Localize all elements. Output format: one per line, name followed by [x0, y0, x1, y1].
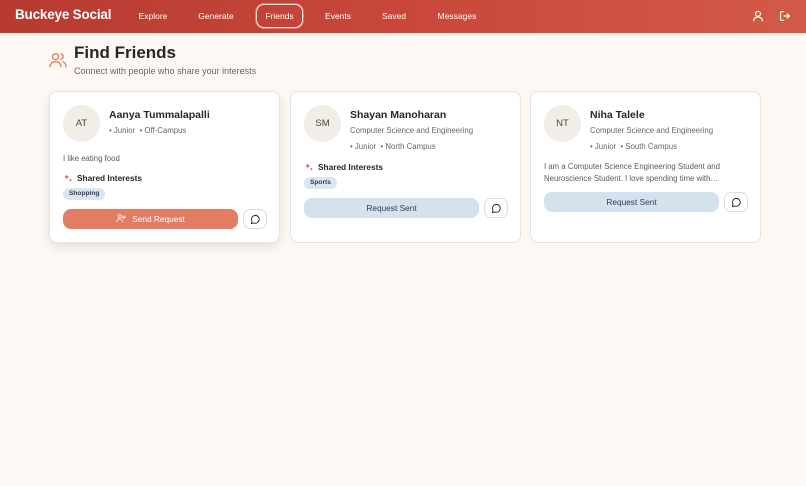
friend-card: AT Aanya Tummalapalli • Junior • Off-Cam…	[49, 91, 280, 243]
message-icon	[731, 197, 741, 208]
friend-year: Junior	[113, 126, 136, 135]
friend-card: NT Niha Talele Computer Science and Engi…	[530, 91, 761, 243]
sparkle-icon	[305, 163, 314, 171]
friend-meta: • Junior • South Campus	[590, 142, 677, 151]
user-icon[interactable]	[751, 9, 765, 23]
friend-name[interactable]: Niha Talele	[590, 109, 645, 121]
nav-explore[interactable]: Explore	[131, 4, 175, 28]
page-title: Find Friends	[74, 43, 176, 62]
nav-generate[interactable]: Generate	[193, 4, 239, 28]
friend-meta: • Junior • North Campus	[350, 142, 436, 151]
friend-location: North Campus	[385, 142, 436, 151]
send-request-button[interactable]: Send Request	[63, 209, 238, 229]
request-sent-button[interactable]: Request Sent	[544, 192, 719, 212]
friend-year: Junior	[594, 142, 617, 151]
message-button[interactable]	[484, 198, 508, 218]
nav-messages[interactable]: Messages	[431, 4, 483, 28]
friend-location: Off-Campus	[144, 126, 187, 135]
interest-tag: Shopping	[63, 188, 106, 200]
friend-name[interactable]: Aanya Tummalapalli	[109, 109, 210, 121]
interest-tag: Sports	[304, 177, 337, 189]
nav-saved[interactable]: Saved	[377, 4, 411, 28]
message-icon	[491, 203, 501, 214]
avatar[interactable]: AT	[63, 105, 100, 142]
top-navbar: Buckeye Social Explore Generate Friends …	[0, 0, 806, 33]
page-subtitle: Connect with people who share your inter…	[74, 66, 257, 76]
avatar[interactable]: NT	[544, 105, 581, 142]
friend-bio: I like eating food	[63, 154, 120, 163]
send-request-label: Send Request	[132, 214, 185, 224]
friend-card: SM Shayan Manoharan Computer Science and…	[290, 91, 521, 243]
shared-interests-label: Shared Interests	[77, 173, 143, 183]
sparkle-icon	[64, 174, 73, 182]
friend-name[interactable]: Shayan Manoharan	[350, 109, 446, 121]
request-sent-button[interactable]: Request Sent	[304, 198, 479, 218]
message-button[interactable]	[724, 192, 748, 212]
nav-friends[interactable]: Friends	[256, 4, 303, 28]
friend-bio: I am a Computer Science Engineering Stud…	[544, 162, 720, 183]
avatar[interactable]: SM	[304, 105, 341, 142]
message-icon	[250, 214, 260, 225]
friend-year: Junior	[354, 142, 377, 151]
friend-location: South Campus	[625, 142, 677, 151]
message-button[interactable]	[243, 209, 267, 229]
shared-interests-label: Shared Interests	[318, 162, 384, 172]
friend-major: Computer Science and Engineering	[590, 126, 714, 135]
nav-events[interactable]: Events	[320, 4, 356, 28]
brand-logo[interactable]: Buckeye Social	[15, 7, 111, 22]
logout-icon[interactable]	[778, 9, 792, 23]
friend-major: Computer Science and Engineering	[350, 126, 474, 135]
users-icon	[49, 53, 67, 68]
friend-meta: • Junior • Off-Campus	[109, 126, 187, 135]
add-user-icon	[116, 214, 127, 223]
